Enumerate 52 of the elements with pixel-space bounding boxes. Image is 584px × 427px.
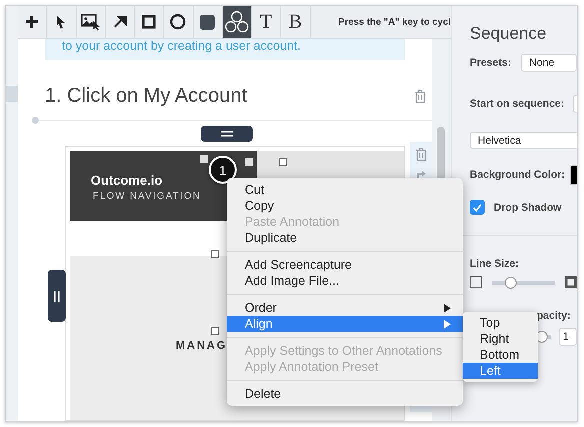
menu-item[interactable]: Align (227, 316, 463, 332)
menu-item[interactable]: Bottom (463, 347, 538, 363)
brand-name: Outcome.io (91, 173, 164, 188)
trash-icon[interactable] (415, 90, 426, 103)
field-label: Start on sequence: (470, 98, 565, 110)
selection-handle[interactable] (211, 250, 219, 258)
selection-handle[interactable] (211, 327, 219, 335)
checkbox[interactable] (470, 200, 485, 215)
field-label: Line Size: (470, 258, 520, 270)
menu-item[interactable]: Cut (227, 182, 463, 198)
drag-dot[interactable] (32, 117, 39, 124)
hint-text: Press the "A" key to cycl (338, 16, 452, 28)
arrow-icon (112, 15, 127, 29)
selection-handle[interactable] (279, 158, 287, 166)
menu-item[interactable]: Duplicate (227, 230, 463, 246)
menu-item[interactable]: Delete (227, 386, 463, 402)
menu-item[interactable]: Order (227, 300, 463, 316)
image-icon (80, 13, 101, 31)
menu-item[interactable]: Add Screencapture (227, 257, 463, 273)
checkbox-label: Drop Shadow (494, 202, 562, 214)
field-label: Background Color: (470, 169, 566, 181)
text-tool-button[interactable]: T (252, 6, 282, 38)
presets-select[interactable]: None (521, 54, 577, 72)
brand-subtitle: FLOW NAVIGATION (93, 191, 202, 202)
menu-item[interactable]: Add Image File... (227, 273, 463, 289)
menu-item[interactable]: Top (463, 315, 538, 331)
menu-item[interactable]: Left (463, 363, 538, 379)
add-icon (25, 15, 40, 29)
field-label: Presets: (470, 57, 512, 69)
resize-handle[interactable] (48, 270, 66, 322)
info-box: to your account by creating a user account. (45, 39, 405, 60)
thick-square-icon (564, 276, 577, 289)
gutter-marker (6, 86, 18, 102)
opacity-field[interactable]: 1 (559, 328, 577, 346)
numbered-circles-icon (224, 11, 249, 33)
step-heading: 1. Click on My Account (45, 85, 248, 108)
text-tool-button[interactable]: B (281, 6, 310, 38)
menu-item[interactable]: Copy (227, 198, 463, 214)
rounded-square-icon (200, 14, 216, 30)
circle-icon (170, 14, 186, 30)
check-icon (473, 204, 482, 212)
section-label: MANAG (176, 340, 228, 352)
font-select[interactable]: Helvetica (470, 132, 577, 149)
slider-thumb[interactable] (504, 276, 517, 288)
drag-handle[interactable] (201, 126, 253, 142)
thin-square-icon (470, 276, 482, 289)
pointer-icon (56, 15, 66, 29)
panel-title: Sequence (470, 24, 548, 44)
tool-button[interactable] (222, 6, 252, 38)
field-label: pacity: (537, 310, 572, 322)
menu-item[interactable]: Right (463, 331, 538, 347)
rectangle-icon (142, 15, 156, 29)
